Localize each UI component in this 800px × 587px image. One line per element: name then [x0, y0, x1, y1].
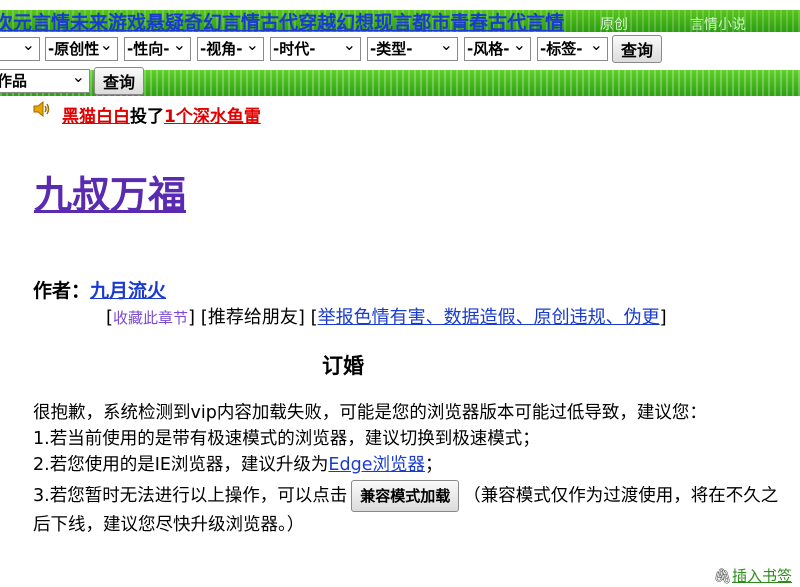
message-text: 3.若您暂时无法进行以上操作，可以点击 — [33, 486, 348, 506]
era-select[interactable]: -时代- — [270, 37, 361, 61]
message-line: 1.若当前使用的是带有极速模式的浏览器，建议切换到极速模式； — [33, 429, 540, 449]
bracket: ] — [188, 307, 201, 328]
vip-load-error-message: 很抱歉，系统检测到vip内容加载失败，可能是您的浏览器版本可能过低导致，建议您：… — [33, 400, 783, 538]
author-line: 作者：九月流火 — [33, 276, 166, 303]
nav-link[interactable]: 幻想现言 — [336, 12, 412, 32]
chapter-actions: [收藏此章节] [推荐给朋友] [举报色情有害、数据造假、原创违规、伪更] — [106, 303, 667, 329]
message-line: 2.若您使用的是IE浏览器，建议升级为Edge浏览器； — [33, 452, 783, 478]
bracket: [ — [304, 307, 318, 328]
nav-ghost-tab: 原创 — [600, 17, 628, 32]
message-text: 2.若您使用的是IE浏览器，建议升级为 — [33, 455, 329, 475]
notice-verb: 投了 — [130, 107, 164, 127]
report-link[interactable]: 举报色情有害、数据造假、原创违规、伪更 — [318, 307, 660, 328]
nav-link[interactable]: 未来游戏 — [70, 12, 146, 32]
filter-row: -原创性 -性向- -视角- -时代- -类型- -风格- -标签- 查询 — [0, 34, 800, 64]
edge-browser-link[interactable]: Edge浏览器 — [328, 455, 425, 475]
book-title[interactable]: 九叔万福 — [34, 164, 186, 219]
notice-user-link[interactable]: 黑猫白白 — [62, 107, 130, 127]
message-line: 3.若您暂时无法进行以上操作，可以点击 兼容模式加载 （兼容模式仅作为过渡使用，将在… — [33, 480, 783, 538]
compat-mode-button[interactable]: 兼容模式加载 — [351, 480, 460, 512]
category-select[interactable] — [0, 37, 40, 61]
insert-bookmark[interactable]: 🖇插入书签 — [713, 565, 792, 586]
bracket: ] — [659, 307, 667, 328]
nav-link[interactable]: 穿越 — [298, 12, 336, 32]
bracket: [ — [106, 307, 114, 328]
nav-link[interactable]: 古代言情 — [488, 12, 564, 32]
nav-link[interactable]: 言情古代 — [222, 12, 298, 32]
tag-select[interactable]: -标签- — [537, 37, 608, 61]
type-select[interactable]: -类型- — [367, 37, 458, 61]
nav-ghost-tab: 言情小说 — [690, 17, 746, 32]
notice-gift[interactable]: 1个深水鱼雷 — [164, 107, 261, 127]
bookmark-chapter-link[interactable]: 收藏此章节 — [113, 309, 188, 327]
nav-link[interactable]: 次元言情 — [0, 12, 70, 32]
author-link[interactable]: 九月流火 — [90, 280, 166, 302]
paperclip-icon: 🖇 — [712, 567, 732, 585]
perspective-select[interactable]: -视角- — [197, 37, 264, 61]
chapter-title: 订婚 — [322, 354, 364, 378]
original-select[interactable]: -原创性 — [45, 37, 118, 61]
nav-link[interactable]: 悬疑奇幻 — [146, 12, 222, 32]
insert-bookmark-label: 插入书签 — [731, 567, 792, 585]
search-query-button[interactable]: 查询 — [94, 67, 144, 95]
speaker-icon — [33, 100, 50, 118]
search-scope-select[interactable]: 作品 — [0, 69, 90, 93]
message-text: ； — [424, 455, 443, 475]
recommend-link[interactable]: [推荐给朋友] — [201, 307, 305, 328]
style-select[interactable]: -风格- — [464, 37, 531, 61]
gift-notice: 黑猫白白投了1个深水鱼雷 — [62, 102, 261, 127]
category-links: 次元言情未来游戏悬疑奇幻言情古代穿越幻想现言都市青春古代言情 — [0, 10, 564, 32]
nav-link[interactable]: 都市青春 — [412, 12, 488, 32]
message-line: 很抱歉，系统检测到vip内容加载失败，可能是您的浏览器版本可能过低导致，建议您： — [33, 403, 707, 423]
filter-query-button[interactable]: 查询 — [612, 35, 662, 63]
top-nav-bar: 原创 言情小说 次元言情未来游戏悬疑奇幻言情古代穿越幻想现言都市青春古代言情 — [0, 10, 800, 32]
author-label: 作者： — [33, 280, 91, 302]
gender-select[interactable]: -性向- — [124, 37, 191, 61]
